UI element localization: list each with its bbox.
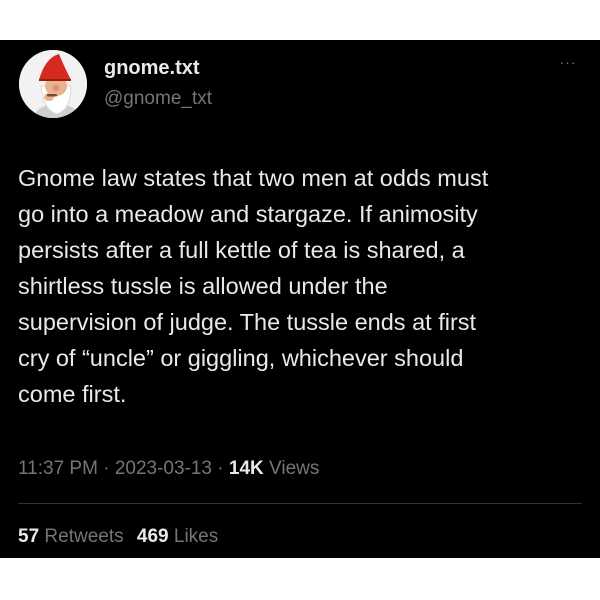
likes-count: 469 (136, 526, 169, 547)
user-handle[interactable]: @gnome_txt (104, 87, 212, 111)
retweets-label: Retweets (39, 526, 124, 547)
retweets-stat[interactable]: 57 Retweets (18, 526, 124, 547)
display-name[interactable]: gnome.txt (104, 56, 200, 80)
likes-label: Likes (168, 526, 219, 547)
views-label: Views (263, 458, 320, 479)
tweet-card: gnome.txt @gnome_txt ··· Gnome law state… (0, 40, 600, 558)
tweet-date[interactable]: 2023-03-13 (115, 458, 212, 479)
gnome-avatar-icon (19, 50, 87, 118)
divider (18, 503, 582, 504)
views-count: 14K (228, 458, 264, 479)
meta-separator: · (97, 458, 115, 479)
meta-separator: · (212, 458, 229, 479)
retweets-count: 57 (18, 526, 40, 547)
tweet-stats: 57 Retweets 469 Likes (18, 525, 218, 549)
likes-stat[interactable]: 469 Likes (137, 526, 218, 547)
tweet-meta: 11:37 PM · 2023-03-13 · 14K Views (18, 457, 319, 481)
more-options-icon[interactable]: ··· (556, 54, 580, 70)
tweet-text: Gnome law states that two men at odds mu… (18, 165, 489, 407)
tweet-time[interactable]: 11:37 PM (18, 458, 98, 479)
avatar[interactable] (19, 50, 87, 118)
